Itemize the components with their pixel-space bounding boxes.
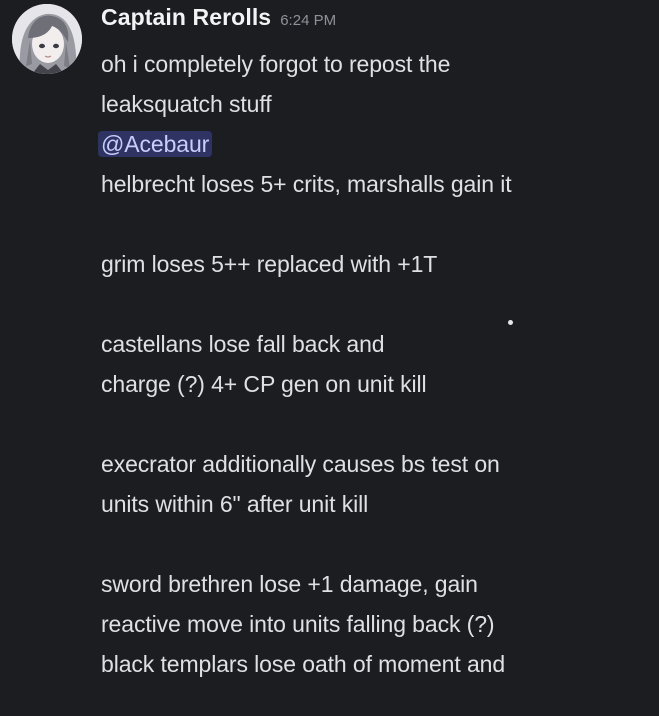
message-line: castellans lose fall back and	[101, 331, 385, 357]
message-line: leaksquatch stuff	[101, 91, 272, 117]
message-content: oh i completely forgot to repost the lea…	[98, 44, 651, 684]
message-line: helbrecht loses 5+ crits, marshalls gain…	[101, 171, 512, 197]
message-line: oh i completely forgot to repost the	[101, 51, 451, 77]
message-line: charge (?) 4+ CP gen on unit kill	[101, 371, 427, 397]
user-mention[interactable]: @Acebaur	[98, 131, 213, 157]
message-timestamp[interactable]: 6:24 PM	[280, 12, 336, 29]
message-line: black templars lose oath of moment and	[101, 651, 506, 677]
message-line: @Acebaur	[98, 124, 651, 164]
message-line: units within 6" after unit kill	[101, 491, 369, 517]
message-header: Captain Rerolls 6:24 PM	[101, 4, 336, 40]
message-line: execrator additionally causes bs test on	[101, 451, 500, 477]
author-name[interactable]: Captain Rerolls	[101, 4, 271, 31]
avatar-image	[12, 4, 82, 74]
chat-message: Captain Rerolls 6:24 PM oh i completely …	[0, 0, 659, 716]
message-line: reactive move into units falling back (?…	[101, 611, 495, 637]
message-line: grim loses 5++ replaced with +1T	[101, 251, 438, 277]
message-line: sword brethren lose +1 damage, gain	[101, 571, 478, 597]
user-avatar[interactable]	[12, 4, 82, 74]
cursor-dot	[508, 320, 513, 325]
